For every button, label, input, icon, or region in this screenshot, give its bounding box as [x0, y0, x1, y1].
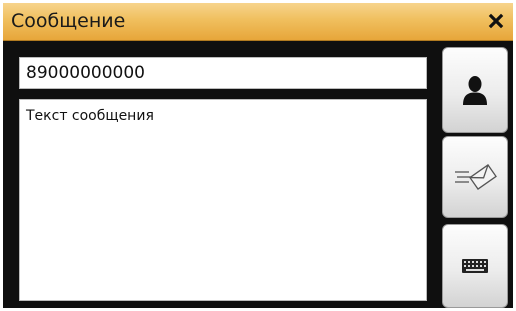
keyboard-button[interactable] — [442, 224, 508, 308]
close-button[interactable] — [485, 10, 507, 32]
message-text-area[interactable]: Текст сообщения — [19, 99, 427, 301]
close-icon — [488, 13, 504, 29]
keyboard-icon — [462, 259, 488, 273]
phone-number-field[interactable]: 89000000000 — [19, 57, 427, 89]
message-window: Сообщение 89000000000 Текст сообщения — [3, 3, 513, 308]
envelope-send-icon — [455, 164, 497, 190]
window-title: Сообщение — [11, 10, 126, 32]
contacts-button[interactable] — [442, 47, 508, 133]
send-button[interactable] — [442, 136, 508, 218]
title-bar: Сообщение — [3, 3, 513, 41]
person-icon — [463, 76, 487, 105]
